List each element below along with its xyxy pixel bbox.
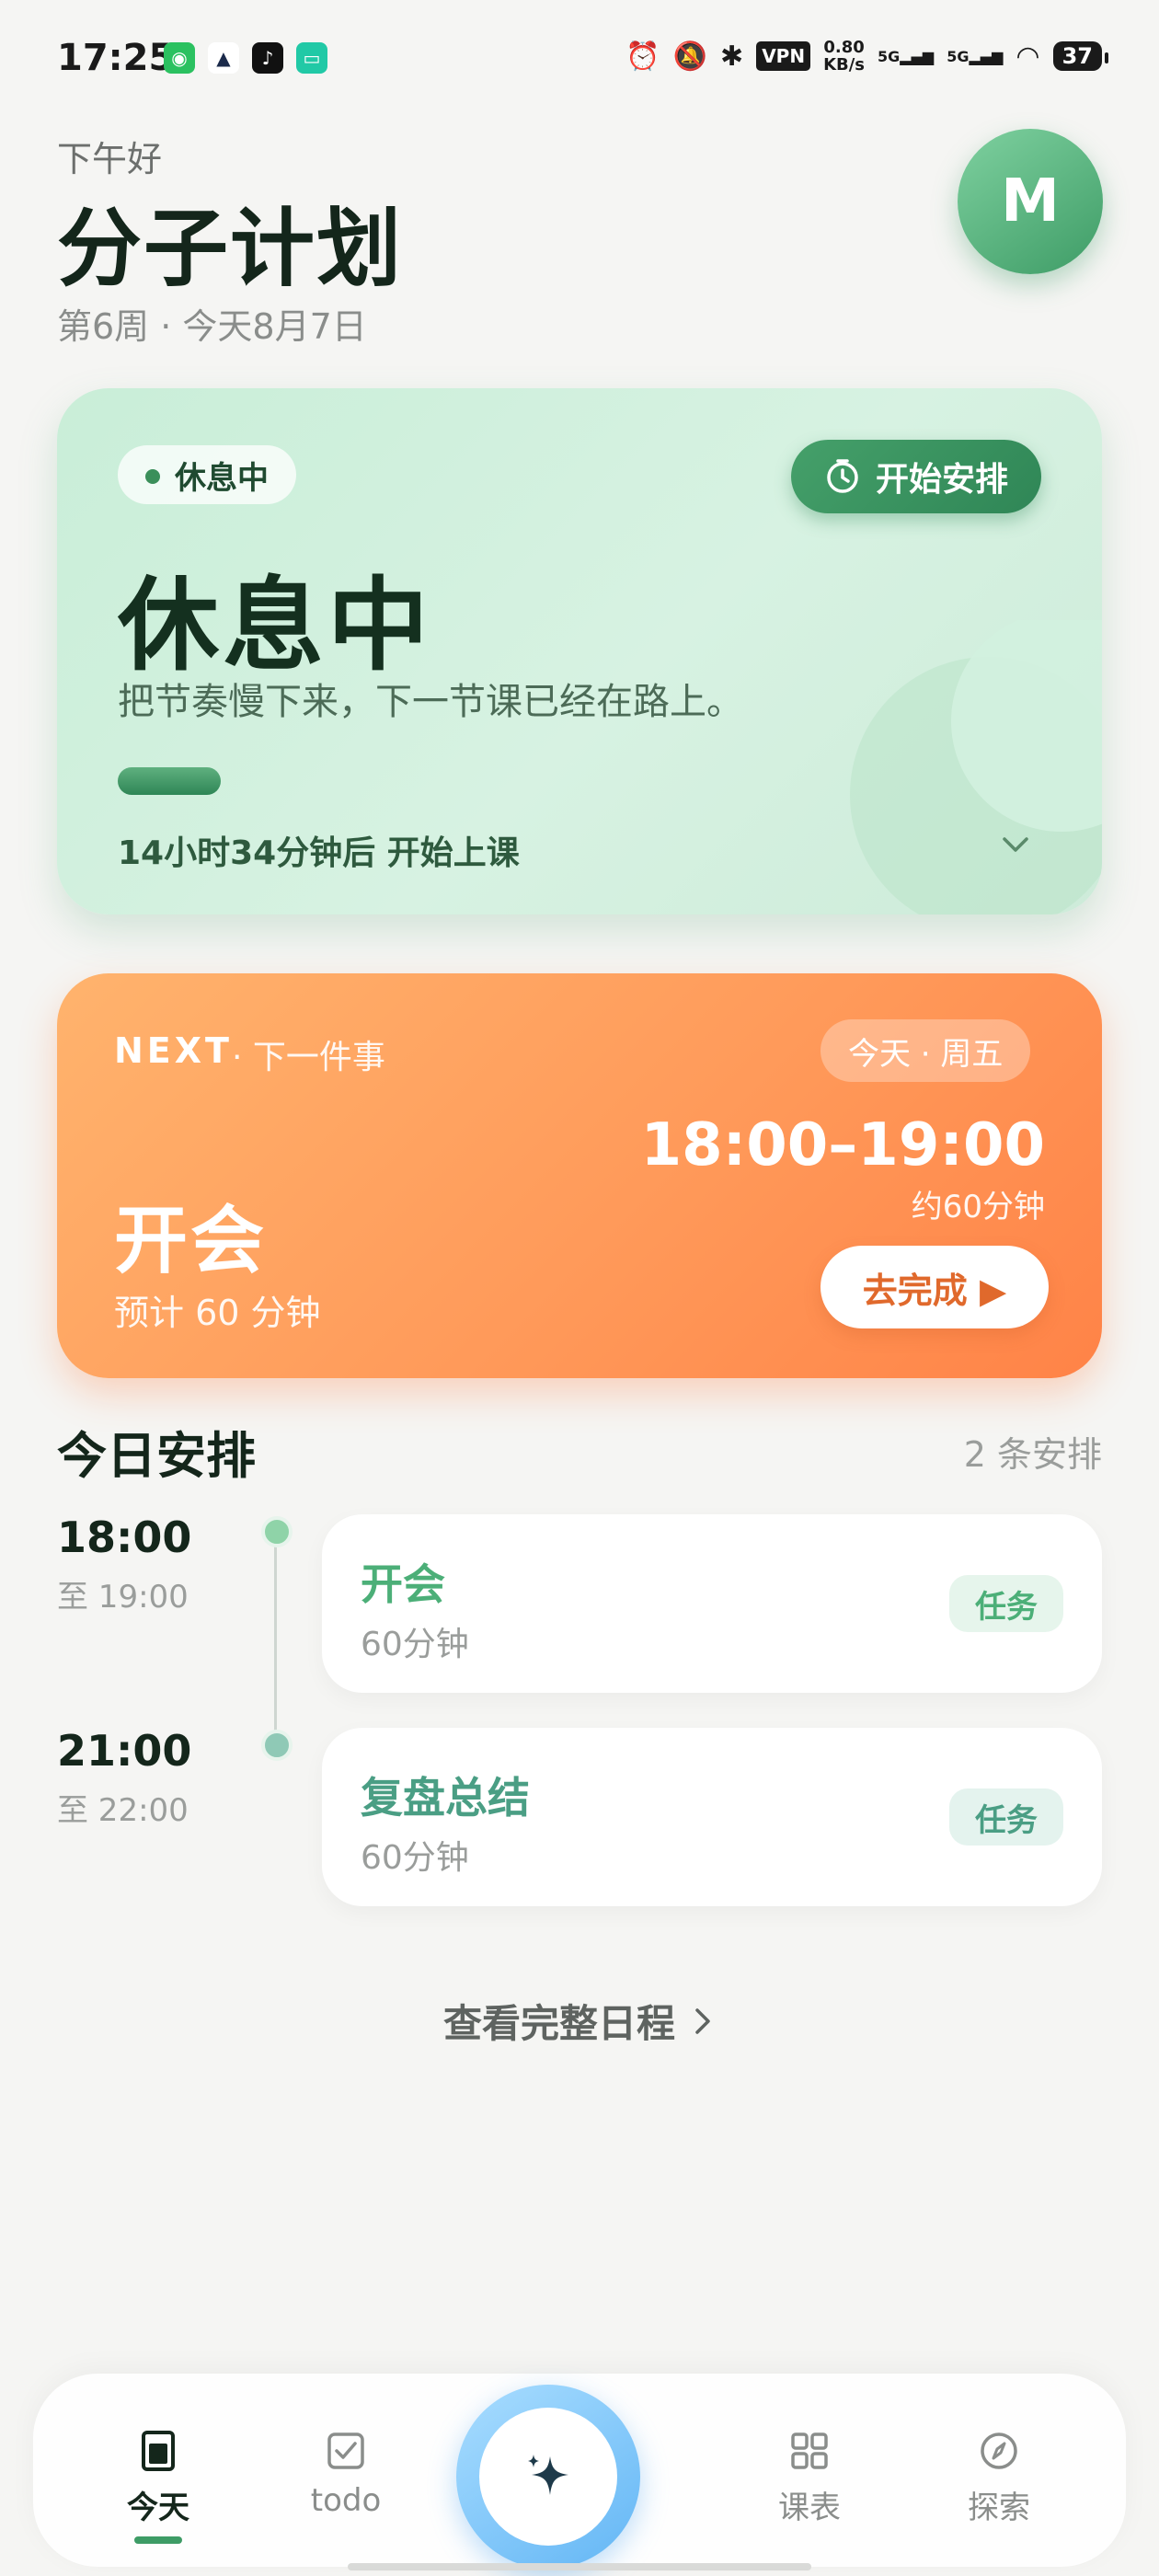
checkbox-icon — [327, 2432, 364, 2469]
today-icon — [142, 2431, 175, 2471]
status-pill: 休息中 — [118, 445, 296, 504]
chevron-down-icon[interactable] — [997, 826, 1034, 863]
network-speed: 0.80 KB/s — [823, 39, 865, 74]
avatar-letter: M — [1001, 167, 1060, 236]
speed-unit: KB/s — [823, 55, 866, 75]
nav-tab-todo[interactable]: todo — [291, 2429, 401, 2519]
vpn-badge: VPN — [756, 41, 811, 71]
timeline-until: 至 19:00 — [57, 1579, 189, 1616]
chevron-right-icon — [695, 2007, 710, 2034]
task-badge: 任务 — [949, 1575, 1063, 1632]
next-sublabel: · 下一件事 — [232, 1039, 385, 1076]
nav-tab-today[interactable]: 今天 — [103, 2429, 213, 2544]
greeting: 下午好 — [57, 139, 163, 179]
cat-icon: ▲ — [208, 42, 239, 74]
message-icon: ▭ — [296, 42, 327, 74]
complete-button-label: 去完成 ▶ — [862, 1270, 1007, 1311]
timeline-dot — [261, 1516, 293, 1547]
nav-label: 今天 — [127, 2490, 189, 2526]
task-badge: 任务 — [949, 1788, 1063, 1846]
wechat-icon: ◉ — [164, 42, 195, 74]
fab-inner — [479, 2408, 617, 2546]
week-date-line: 第6周 · 今天8月7日 — [57, 306, 367, 347]
rest-title: 休息中 — [118, 567, 432, 684]
timeline-time: 21:00 — [57, 1726, 192, 1776]
notification-app-icons: ◉ ▲ ♪ ▭ — [164, 42, 327, 74]
timeline-time: 18:00 — [57, 1512, 192, 1562]
wifi-icon: ◠ — [1016, 40, 1040, 73]
schedule-item-card[interactable]: 复盘总结 60分钟 任务 — [322, 1728, 1102, 1906]
mute-icon: 🔕 — [672, 40, 708, 73]
event-estimate: 预计 60 分钟 — [114, 1293, 321, 1333]
moon-icon — [850, 620, 1102, 914]
event-name: 开会 — [114, 1198, 267, 1283]
signal-5g-2: 5G▂▄▆ — [947, 47, 1004, 65]
page-title: 分子计划 — [57, 200, 404, 298]
next-event-card[interactable]: NEXT · 下一件事 今天 · 周五 18:00–19:00 约60分钟 开会… — [57, 973, 1102, 1378]
next-label: NEXT — [114, 1030, 233, 1071]
status-time: 17:25 — [57, 37, 175, 79]
speed-value: 0.80 — [823, 38, 865, 57]
compass-icon — [981, 2432, 1017, 2469]
task-duration: 60分钟 — [361, 1839, 469, 1877]
nav-tab-explore[interactable]: 探索 — [944, 2429, 1054, 2527]
status-dot — [145, 469, 160, 484]
ai-assistant-button[interactable] — [456, 2385, 640, 2569]
class-countdown: 14小时34分钟后 开始上课 — [118, 834, 520, 872]
timer-icon — [827, 459, 858, 493]
complete-button[interactable]: 去完成 ▶ — [820, 1246, 1049, 1328]
system-status-icons: ⏰ 🔕 ✱ VPN 0.80 KB/s 5G▂▄▆ 5G▂▄▆ ◠ 37 — [625, 39, 1109, 74]
tiktok-icon: ♪ — [252, 42, 283, 74]
nav-label: 探索 — [968, 2490, 1030, 2526]
task-name: 开会 — [361, 1559, 445, 1609]
avatar[interactable]: M — [958, 129, 1103, 274]
grid-icon — [791, 2432, 828, 2469]
view-all-label: 查看完整日程 — [442, 2001, 675, 2046]
bluetooth-icon: ✱ — [720, 40, 744, 73]
start-schedule-button[interactable]: 开始安排 — [791, 440, 1042, 513]
home-indicator — [348, 2563, 811, 2570]
task-duration: 60分钟 — [361, 1626, 469, 1663]
view-full-schedule-link[interactable]: 查看完整日程 — [0, 1993, 1159, 2049]
schedule-item-card[interactable]: 开会 60分钟 任务 — [322, 1514, 1102, 1693]
rest-subtitle: 把节奏慢下来，下一节课已经在路上。 — [118, 681, 743, 723]
schedule-count: 2 条安排 — [963, 1434, 1102, 1475]
alarm-icon: ⏰ — [625, 40, 660, 73]
sparkle-icon — [528, 2455, 568, 2495]
rest-status-card[interactable]: 休息中 开始安排 休息中 把节奏慢下来，下一节课已经在路上。 14小时34分钟后… — [57, 388, 1102, 914]
task-name: 复盘总结 — [361, 1773, 530, 1823]
rest-progress-bar — [118, 767, 221, 795]
event-time-range: 18:00–19:00 — [640, 1111, 1045, 1179]
event-duration-approx: 约60分钟 — [911, 1189, 1045, 1225]
battery-indicator: 37 — [1052, 41, 1109, 71]
day-pill: 今天 · 周五 — [820, 1019, 1031, 1082]
timeline-dot — [261, 1730, 293, 1761]
signal-5g-1: 5G▂▄▆ — [878, 47, 935, 65]
status-pill-label: 休息中 — [175, 459, 269, 497]
schedule-title: 今日安排 — [57, 1427, 256, 1485]
active-tab-indicator — [134, 2536, 182, 2544]
timeline-until: 至 22:00 — [57, 1792, 189, 1829]
nav-label: todo — [310, 2482, 382, 2519]
start-button-label: 开始安排 — [876, 461, 1009, 499]
nav-label: 课表 — [778, 2490, 841, 2526]
timeline-line — [274, 1531, 277, 1744]
nav-tab-timetable[interactable]: 课表 — [754, 2429, 865, 2527]
